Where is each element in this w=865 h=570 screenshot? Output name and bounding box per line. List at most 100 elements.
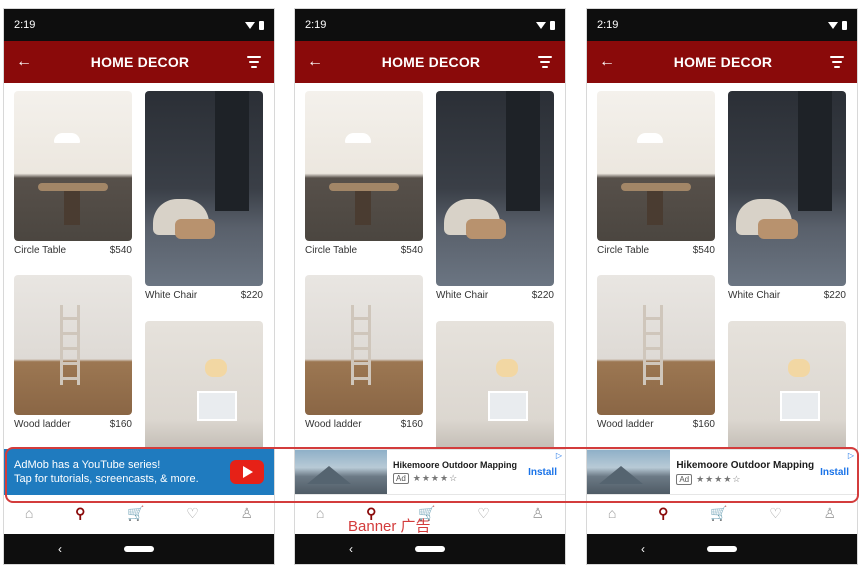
ladder-shape [60,305,80,385]
system-back-icon[interactable]: ‹ [641,542,645,556]
product-caption: White Chair $220 [145,290,263,301]
status-bar: 2:19 [295,9,565,41]
product-name: Wood ladder [305,419,362,430]
pendant-lamp-shape [637,133,663,143]
product-price: $540 [692,245,715,256]
status-bar: 2:19 [4,9,274,41]
pendant-shade-shape [496,359,518,377]
product-image [436,321,554,461]
product-card-white-chair[interactable]: White Chair $220 [436,91,554,301]
product-price: $220 [240,290,263,301]
product-image [597,275,715,415]
window-shape [780,391,820,421]
product-price: $160 [109,419,132,430]
battery-icon [550,20,555,30]
back-arrow-icon[interactable]: ← [16,53,34,71]
product-card-wood-ladder[interactable]: Wood ladder $160 [14,275,132,430]
blanket-shape [175,219,215,239]
heart-icon[interactable]: ♡ [186,505,199,522]
product-card-circle-table[interactable]: Circle Table $540 [597,91,715,256]
table-top-shape [38,183,108,191]
product-caption: White Chair $220 [728,290,846,301]
product-card-white-chair[interactable]: White Chair $220 [728,91,846,301]
app-bar: ← HOME DECOR [4,41,274,83]
status-time: 2:19 [14,19,36,31]
page-title: HOME DECOR [90,54,190,70]
home-icon[interactable]: ⌂ [316,505,324,521]
status-icons [245,20,264,30]
back-arrow-icon[interactable]: ← [599,53,617,71]
product-card-pendant[interactable] [728,321,846,461]
home-icon[interactable]: ⌂ [25,505,33,521]
table-top-shape [329,183,399,191]
product-caption: Wood ladder $160 [597,419,715,430]
product-caption: Wood ladder $160 [305,419,423,430]
product-price: $540 [109,245,132,256]
product-grid: Circle Table $540 White Chair $220 Wood … [587,83,857,483]
battery-icon [842,20,847,30]
product-image [728,321,846,461]
pendant-lamp-shape [345,133,371,143]
product-name: Circle Table [305,245,358,256]
table-leg-shape [64,191,80,225]
stage: 2:19 ← HOME DECOR Circle Table $540 Whit… [0,0,865,570]
system-home-pill[interactable] [707,546,737,552]
product-image [145,321,263,461]
window-shape [197,391,237,421]
app-bar: ← HOME DECOR [587,41,857,83]
product-card-circle-table[interactable]: Circle Table $540 [305,91,423,256]
filter-icon[interactable] [537,56,553,68]
product-card-pendant[interactable] [436,321,554,461]
back-arrow-icon[interactable]: ← [307,53,325,71]
product-caption: Circle Table $540 [14,245,132,256]
search-icon[interactable]: ⚲ [658,505,668,522]
product-name: Wood ladder [597,419,654,430]
product-card-white-chair[interactable]: White Chair $220 [145,91,263,301]
system-back-icon[interactable]: ‹ [349,542,353,556]
system-nav-bar: ‹ [295,534,565,564]
product-image [305,91,423,241]
product-caption: Wood ladder $160 [14,419,132,430]
product-card-pendant[interactable] [145,321,263,461]
system-home-pill[interactable] [124,546,154,552]
cart-icon[interactable]: 🛒 [710,505,727,522]
product-image [597,91,715,241]
product-card-wood-ladder[interactable]: Wood ladder $160 [305,275,423,430]
blanket-shape [466,219,506,239]
table-leg-shape [647,191,663,225]
product-image [305,275,423,415]
heart-icon[interactable]: ♡ [477,505,490,522]
search-icon[interactable]: ⚲ [75,505,85,522]
product-caption: Circle Table $540 [305,245,423,256]
profile-icon[interactable]: ♙ [532,505,545,522]
filter-icon[interactable] [829,56,845,68]
product-name: White Chair [436,290,489,301]
system-back-icon[interactable]: ‹ [58,542,62,556]
home-icon[interactable]: ⌂ [608,505,616,521]
product-price: $540 [400,245,423,256]
cart-icon[interactable]: 🛒 [127,505,144,522]
product-price: $220 [823,290,846,301]
ladder-shape [643,305,663,385]
product-card-circle-table[interactable]: Circle Table $540 [14,91,132,256]
blanket-shape [758,219,798,239]
product-caption: Circle Table $540 [597,245,715,256]
product-grid: Circle Table $540 White Chair $220 Wood … [4,83,274,483]
door-shape [798,91,832,211]
system-home-pill[interactable] [415,546,445,552]
product-card-wood-ladder[interactable]: Wood ladder $160 [597,275,715,430]
app-bar: ← HOME DECOR [295,41,565,83]
system-nav-bar: ‹ [587,534,857,564]
filter-icon[interactable] [246,56,262,68]
table-leg-shape [355,191,371,225]
wifi-icon [245,21,255,29]
product-grid: Circle Table $540 White Chair $220 Wood … [295,83,565,483]
product-image [14,91,132,241]
system-nav-bar: ‹ [4,534,274,564]
profile-icon[interactable]: ♙ [824,505,837,522]
pendant-shade-shape [788,359,810,377]
product-name: Circle Table [597,245,650,256]
profile-icon[interactable]: ♙ [241,505,254,522]
status-icons [536,20,555,30]
heart-icon[interactable]: ♡ [769,505,782,522]
